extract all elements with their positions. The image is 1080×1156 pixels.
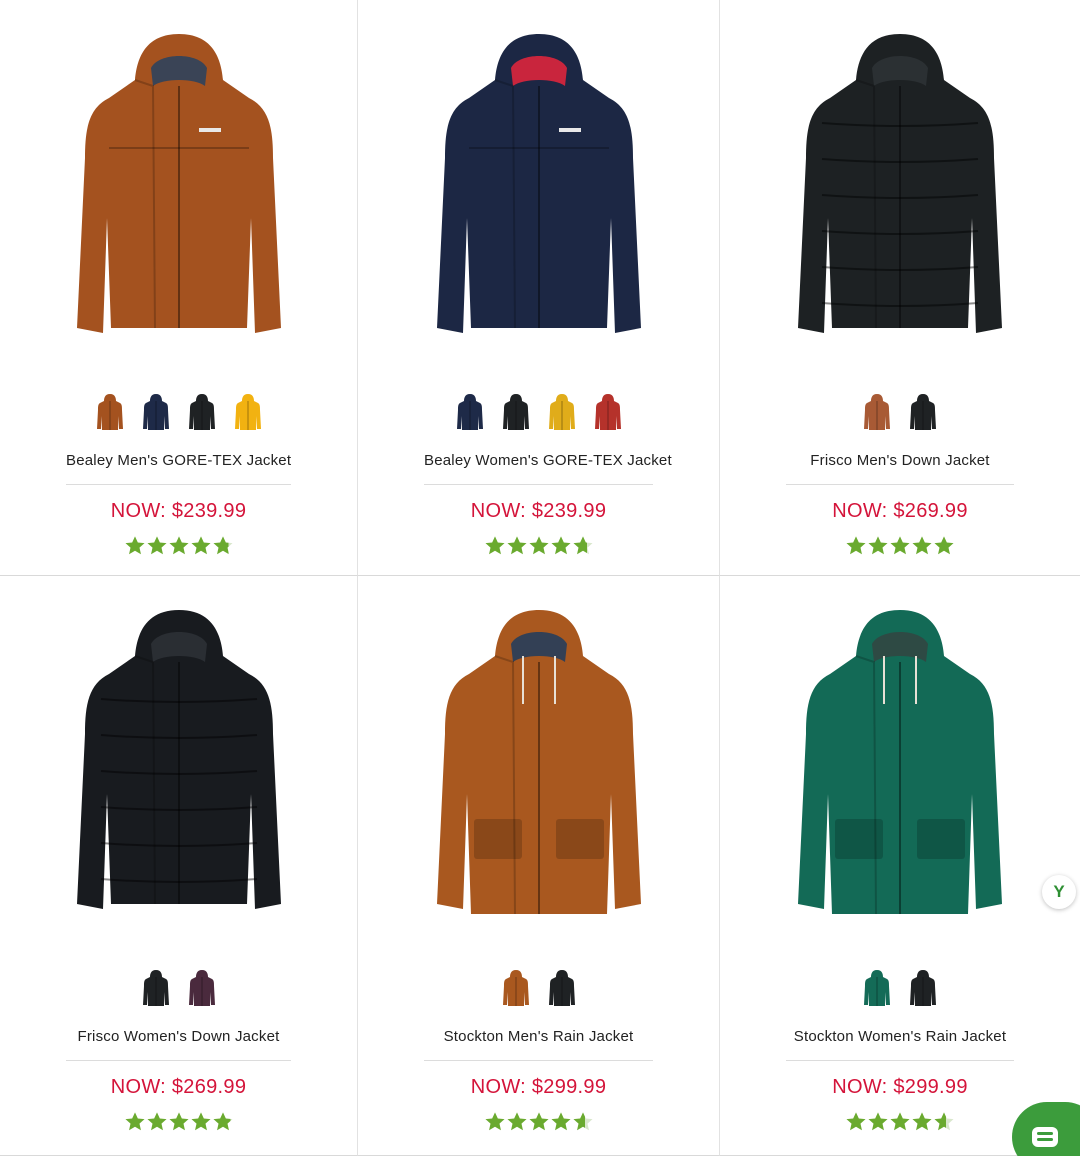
product-image[interactable] (419, 604, 659, 936)
product-title[interactable]: Frisco Women's Down Jacket (66, 1028, 291, 1045)
star-icon (528, 534, 550, 558)
star-icon (572, 1110, 594, 1134)
product-card[interactable]: Bealey Women's GORE-TEX Jacket NOW: $239.… (358, 0, 720, 576)
product-price: NOW: $239.99 (470, 500, 607, 522)
product-price: NOW: $299.99 (832, 1076, 968, 1098)
color-swatch-black[interactable] (905, 966, 941, 1010)
star-icon (528, 1110, 550, 1134)
widget-badge-button[interactable]: Y (1042, 875, 1076, 909)
star-icon (146, 534, 168, 558)
star-icon (146, 1110, 168, 1134)
divider (786, 484, 1014, 485)
product-card[interactable]: Frisco Women's Down Jacket NOW: $269.99 (0, 576, 358, 1156)
divider (66, 484, 291, 485)
star-icon (190, 1110, 212, 1134)
star-icon (506, 1110, 528, 1134)
divider (424, 484, 653, 485)
product-price: NOW: $299.99 (470, 1076, 607, 1098)
product-card[interactable]: Stockton Women's Rain Jacket NOW: $299.99 (720, 576, 1080, 1156)
star-icon (190, 534, 212, 558)
color-swatch-rust[interactable] (859, 390, 895, 434)
color-swatches (358, 966, 719, 1010)
color-swatch-black[interactable] (184, 390, 220, 434)
color-swatch-black[interactable] (905, 390, 941, 434)
product-card[interactable]: Stockton Men's Rain Jacket NOW: $299.99 (358, 576, 720, 1156)
star-icon (484, 534, 506, 558)
color-swatches (0, 390, 357, 434)
product-image[interactable] (59, 28, 299, 360)
star-icon (124, 1110, 146, 1134)
star-icon (845, 534, 867, 558)
divider (66, 1060, 291, 1061)
product-grid: Bealey Men's GORE-TEX Jacket NOW: $239.99… (0, 0, 1080, 1156)
star-icon (212, 1110, 234, 1134)
color-swatch-red[interactable] (590, 390, 626, 434)
star-icon (484, 1110, 506, 1134)
star-icon (911, 1110, 933, 1134)
product-image[interactable] (59, 604, 299, 936)
product-title[interactable]: Bealey Women's GORE-TEX Jacket (424, 452, 672, 469)
divider (786, 1060, 1014, 1061)
product-card[interactable]: Bealey Men's GORE-TEX Jacket NOW: $239.99 (0, 0, 358, 576)
star-icon (550, 534, 572, 558)
star-icon (911, 534, 933, 558)
product-image[interactable] (780, 604, 1020, 936)
color-swatch-rust[interactable] (498, 966, 534, 1010)
star-icon (168, 534, 190, 558)
star-icon (212, 534, 234, 558)
star-rating[interactable] (0, 1110, 357, 1134)
color-swatch-yellow[interactable] (544, 390, 580, 434)
star-icon (889, 534, 911, 558)
product-title[interactable]: Stockton Men's Rain Jacket (424, 1028, 653, 1045)
product-image[interactable] (419, 28, 659, 360)
star-icon (845, 1110, 867, 1134)
star-icon (572, 534, 594, 558)
star-icon (550, 1110, 572, 1134)
star-icon (506, 534, 528, 558)
star-rating[interactable] (358, 534, 719, 558)
color-swatch-navy[interactable] (452, 390, 488, 434)
color-swatches (720, 966, 1080, 1010)
color-swatch-black[interactable] (544, 966, 580, 1010)
color-swatches (358, 390, 719, 434)
star-icon (124, 534, 146, 558)
color-swatch-navy[interactable] (138, 390, 174, 434)
product-title[interactable]: Bealey Men's GORE-TEX Jacket (66, 452, 291, 469)
color-swatch-black[interactable] (138, 966, 174, 1010)
star-icon (933, 1110, 955, 1134)
star-rating[interactable] (358, 1110, 719, 1134)
product-price: NOW: $269.99 (110, 1076, 247, 1098)
product-price: NOW: $269.99 (832, 500, 968, 522)
color-swatch-plum[interactable] (184, 966, 220, 1010)
product-card[interactable]: Frisco Men's Down Jacket NOW: $269.99 (720, 0, 1080, 576)
star-icon (168, 1110, 190, 1134)
divider (424, 1060, 653, 1061)
product-title[interactable]: Stockton Women's Rain Jacket (786, 1028, 1014, 1045)
star-icon (933, 534, 955, 558)
color-swatches (720, 390, 1080, 434)
color-swatch-black[interactable] (498, 390, 534, 434)
star-icon (867, 1110, 889, 1134)
product-price: NOW: $239.99 (110, 500, 247, 522)
star-rating[interactable] (0, 534, 357, 558)
color-swatch-green[interactable] (859, 966, 895, 1010)
star-rating[interactable] (720, 534, 1080, 558)
chat-icon (1032, 1127, 1058, 1147)
product-title[interactable]: Frisco Men's Down Jacket (786, 452, 1014, 469)
star-icon (889, 1110, 911, 1134)
color-swatch-rust[interactable] (92, 390, 128, 434)
product-image[interactable] (780, 28, 1020, 360)
color-swatch-yellow[interactable] (230, 390, 266, 434)
star-icon (867, 534, 889, 558)
color-swatches (0, 966, 357, 1010)
